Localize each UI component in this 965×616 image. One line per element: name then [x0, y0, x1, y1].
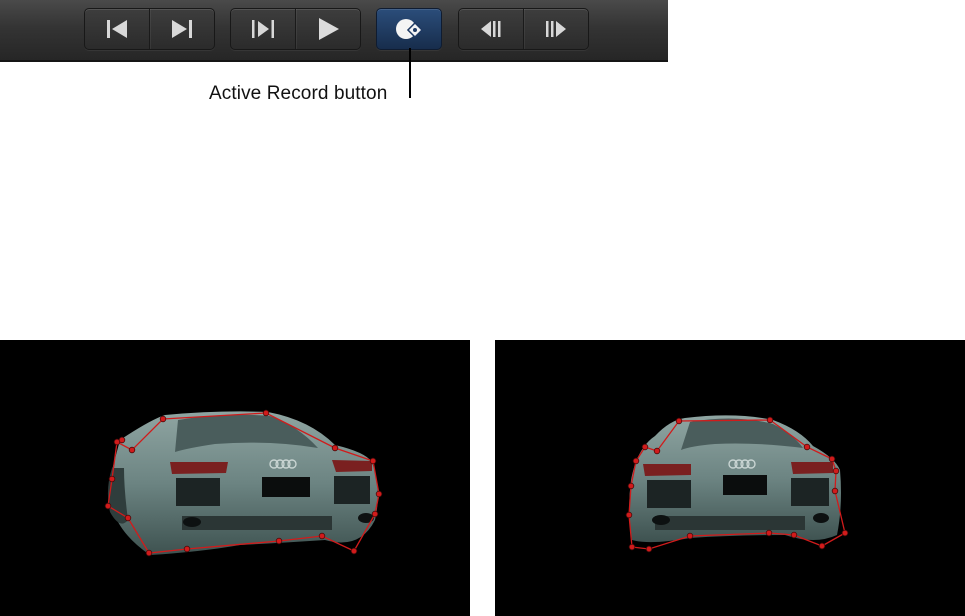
skip-to-start-icon: [107, 20, 127, 38]
record-button[interactable]: [377, 9, 441, 49]
previous-frame-button[interactable]: [459, 9, 523, 49]
go-to-end-button[interactable]: [149, 9, 214, 49]
go-to-start-button[interactable]: [85, 9, 149, 49]
callout-label: Active Record button: [209, 83, 388, 104]
play-icon: [319, 18, 339, 40]
frame-step-button-group: [458, 8, 589, 50]
car-image-after: [625, 415, 849, 553]
viewer-after: [495, 340, 965, 616]
start-end-button-group: [84, 8, 215, 50]
record-button-group: [376, 8, 442, 50]
next-frame-button[interactable]: [523, 9, 588, 49]
viewer-before: [0, 340, 470, 616]
play-button-group: [230, 8, 361, 50]
step-back-icon: [481, 21, 501, 37]
transport-toolbar: [0, 0, 668, 62]
step-forward-icon: [546, 21, 566, 37]
car-image-before: [104, 409, 383, 557]
play-button[interactable]: [295, 9, 360, 49]
skip-to-end-icon: [172, 20, 192, 38]
record-icon: [396, 19, 424, 39]
callout-line: [409, 48, 411, 98]
play-from-start-icon: [252, 20, 274, 38]
play-from-start-button[interactable]: [231, 9, 295, 49]
